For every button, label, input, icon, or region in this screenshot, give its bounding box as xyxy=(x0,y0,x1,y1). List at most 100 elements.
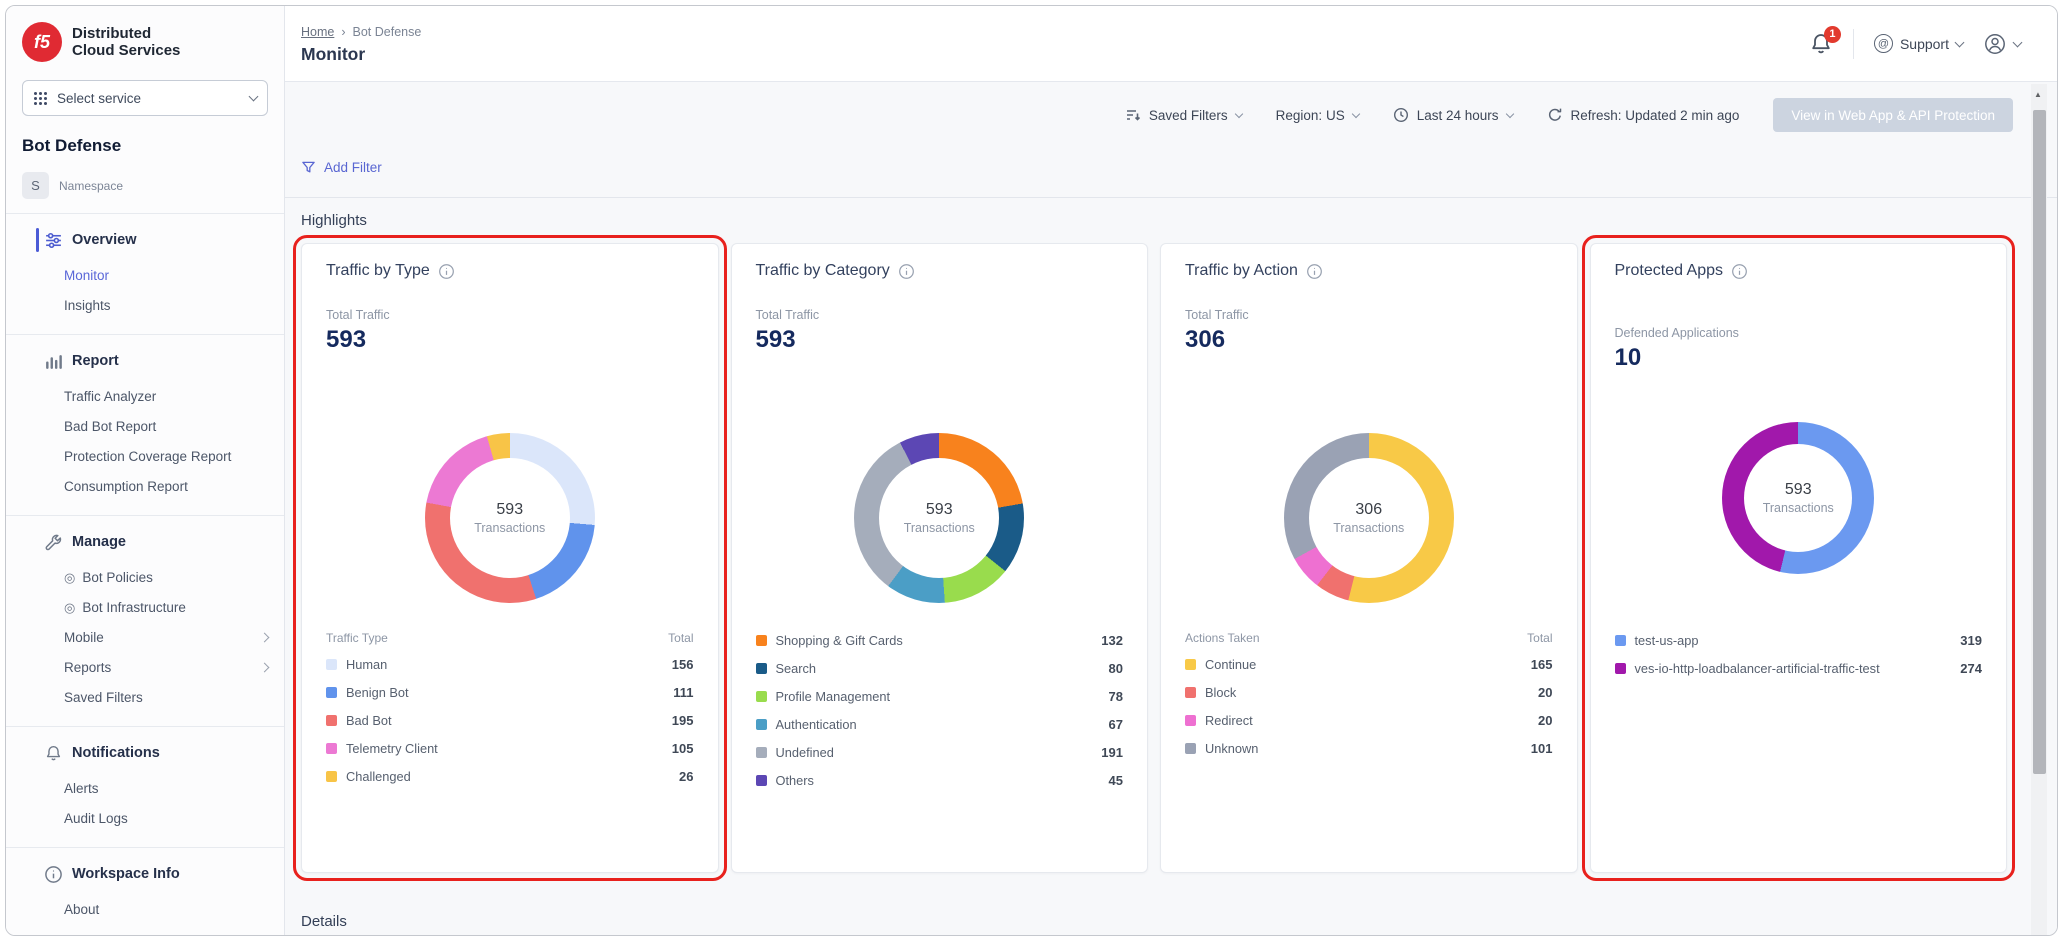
sidebar-section-manage[interactable]: Manage xyxy=(6,522,284,562)
legend-label: Block xyxy=(1205,685,1538,700)
sidebar-item-label: Bot Infrastructure xyxy=(82,600,186,615)
legend-label: Bad Bot xyxy=(346,713,672,728)
sidebar-section-overview[interactable]: Overview xyxy=(6,220,284,260)
sidebar-item-bad-bot-report[interactable]: Bad Bot Report xyxy=(6,411,284,441)
sidebar-item-traffic-analyzer[interactable]: Traffic Analyzer xyxy=(6,381,284,411)
legend-value: 319 xyxy=(1960,633,1982,648)
toolbar: Saved Filters Region: US Last 24 hours xyxy=(301,82,2041,132)
sidebar-item-label: Traffic Analyzer xyxy=(64,389,156,404)
namespace-row[interactable]: S Namespace xyxy=(22,172,268,199)
legend-row-bad-bot[interactable]: Bad Bot195 xyxy=(326,706,694,734)
legend-row-authentication[interactable]: Authentication67 xyxy=(756,710,1124,738)
legend-row-undefined[interactable]: Undefined191 xyxy=(756,738,1124,766)
region-dropdown[interactable]: Region: US xyxy=(1276,108,1359,123)
notifications-bell-button[interactable]: 1 xyxy=(1809,32,1833,56)
support-menu[interactable]: @ Support xyxy=(1874,34,1963,53)
metric-label: Total Traffic xyxy=(1185,308,1249,322)
info-icon[interactable] xyxy=(898,263,915,280)
sidebar-item-label: Bot Policies xyxy=(82,570,153,585)
sidebar-item-audit-logs[interactable]: Audit Logs xyxy=(6,803,284,833)
breadcrumb-home-link[interactable]: Home xyxy=(301,25,334,39)
legend-header-total: Total xyxy=(1527,631,1552,645)
sidebar-item-bot-policies[interactable]: ◎Bot Policies xyxy=(6,562,284,592)
sidebar-nav: OverviewMonitor Insights Report Traffic Ana… xyxy=(6,220,284,935)
legend-row-challenged[interactable]: Challenged26 xyxy=(326,762,694,790)
refresh-button[interactable]: Refresh: Updated 2 min ago xyxy=(1547,107,1740,123)
add-filter-button[interactable]: Add Filter xyxy=(301,160,382,175)
sidebar-section-workspace-info[interactable]: Workspace Info xyxy=(6,854,284,894)
legend-row-telemetry-client[interactable]: Telemetry Client105 xyxy=(326,734,694,762)
metric-value: 593 xyxy=(326,326,366,354)
sidebar-item-protection-coverage-report[interactable]: Protection Coverage Report xyxy=(6,441,284,471)
donut-chart[interactable]: 593 Transactions xyxy=(854,433,1024,603)
sliders-icon xyxy=(44,231,63,250)
sidebar-divider xyxy=(6,847,284,848)
legend-swatch xyxy=(756,635,767,646)
chevron-down-icon xyxy=(1955,37,1965,47)
legend-value: 132 xyxy=(1101,633,1123,648)
details-title: Details xyxy=(301,899,2041,930)
sidebar-item-alerts[interactable]: Alerts xyxy=(6,773,284,803)
donut-center-label: Transactions xyxy=(474,521,545,535)
sidebar-item-consumption-report[interactable]: Consumption Report xyxy=(6,471,284,501)
legend-row-continue[interactable]: Continue165 xyxy=(1185,650,1553,678)
legend-row-human[interactable]: Human156 xyxy=(326,650,694,678)
info-icon[interactable] xyxy=(1306,263,1323,280)
donut-chart[interactable]: 306 Transactions xyxy=(1284,433,1454,603)
legend-row-search[interactable]: Search80 xyxy=(756,654,1124,682)
sidebar-section-notifications[interactable]: Notifications xyxy=(6,733,284,773)
sidebar-section-report[interactable]: Report xyxy=(6,341,284,381)
namespace-badge: S xyxy=(22,172,49,199)
select-service-dropdown[interactable]: Select service xyxy=(22,80,268,116)
legend-row-shopping-gift-cards[interactable]: Shopping & Gift Cards132 xyxy=(756,626,1124,654)
legend-row-block[interactable]: Block20 xyxy=(1185,678,1553,706)
main-header: Home › Bot Defense Monitor 1 xyxy=(285,6,2057,82)
saved-filters-dropdown[interactable]: Saved Filters xyxy=(1125,107,1242,123)
chevron-down-icon xyxy=(1234,109,1242,117)
brand-logo[interactable]: f5 Distributed Cloud Services xyxy=(6,6,284,68)
bell-icon xyxy=(44,744,63,763)
vertical-scrollbar[interactable]: ▲ xyxy=(2031,84,2047,935)
legend-row-test-us-app[interactable]: test-us-app319 xyxy=(1615,626,1983,654)
user-avatar-icon xyxy=(1983,32,2007,56)
donut-chart[interactable]: 593 Transactions xyxy=(425,433,595,603)
legend-row-ves-io-http-loadbalancer-artificial-traffic-test[interactable]: ves-io-http-loadbalancer-artificial-traf… xyxy=(1615,654,1983,682)
sidebar-item-reports[interactable]: Reports xyxy=(6,652,284,682)
target-icon: ◎ xyxy=(64,601,75,614)
legend-swatch xyxy=(756,691,767,702)
card-legend: test-us-app319ves-io-http-loadbalancer-a… xyxy=(1615,626,1983,682)
legend-label: Others xyxy=(776,773,1109,788)
donut-center-value: 593 xyxy=(1785,481,1812,499)
namespace-label: Namespace xyxy=(59,179,123,193)
sidebar-item-label: Consumption Report xyxy=(64,479,188,494)
time-range-dropdown[interactable]: Last 24 hours xyxy=(1393,107,1513,123)
view-in-waap-button[interactable]: View in Web App & API Protection xyxy=(1773,98,2013,132)
sidebar-item-bot-infrastructure[interactable]: ◎ Bot Infrastructure xyxy=(6,592,284,622)
info-icon[interactable] xyxy=(1731,263,1748,280)
sidebar-item-insights[interactable]: Insights xyxy=(6,290,284,320)
legend-row-benign-bot[interactable]: Benign Bot111 xyxy=(326,678,694,706)
card-title: Traffic by Action xyxy=(1185,262,1298,280)
user-menu[interactable] xyxy=(1983,32,2021,56)
sidebar-item-mobile[interactable]: Mobile xyxy=(6,622,284,652)
legend-row-others[interactable]: Others45 xyxy=(756,766,1124,794)
legend-header-name: Traffic Type xyxy=(326,631,388,645)
donut-center: 593 Transactions xyxy=(879,458,999,578)
donut-chart[interactable]: 593 Transactions xyxy=(1722,422,1874,574)
legend-value: 165 xyxy=(1531,657,1553,672)
legend-label: Shopping & Gift Cards xyxy=(776,633,1102,648)
sidebar-item-monitor[interactable]: Monitor xyxy=(6,260,284,290)
scrollbar-thumb[interactable] xyxy=(2033,110,2046,774)
sidebar-item-label: Insights xyxy=(64,298,111,313)
legend-swatch xyxy=(1185,659,1196,670)
breadcrumb-current: Bot Defense xyxy=(353,25,422,39)
legend-row-unknown[interactable]: Unknown101 xyxy=(1185,734,1553,762)
legend-row-profile-management[interactable]: Profile Management78 xyxy=(756,682,1124,710)
scroll-up-arrow-icon[interactable]: ▲ xyxy=(2034,90,2042,99)
sidebar-item-saved-filters[interactable]: Saved Filters xyxy=(6,682,284,712)
info-icon[interactable] xyxy=(438,263,455,280)
bar-chart-icon xyxy=(44,352,63,371)
legend-label: Search xyxy=(776,661,1109,676)
legend-row-redirect[interactable]: Redirect20 xyxy=(1185,706,1553,734)
sidebar-item-about[interactable]: About xyxy=(6,894,284,924)
